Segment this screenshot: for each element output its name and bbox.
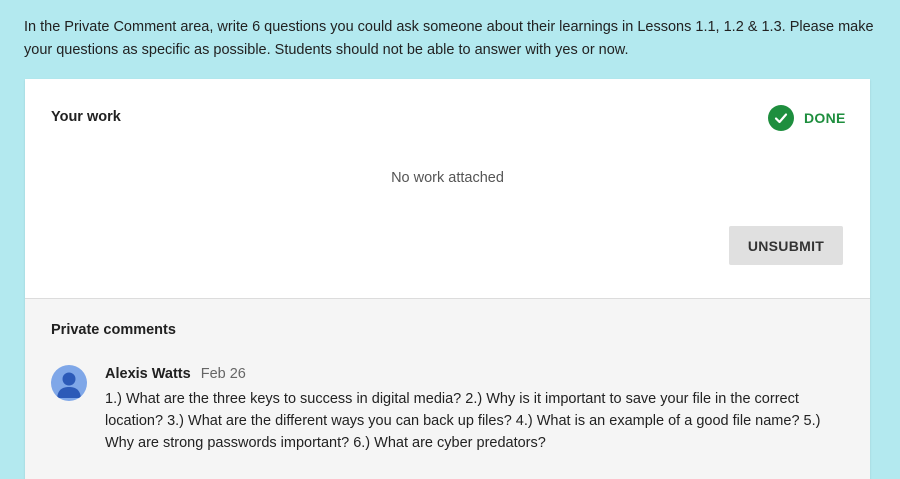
your-work-section: Your work DONE No work attached UNSUBMIT — [25, 79, 870, 299]
unsubmit-button[interactable]: UNSUBMIT — [729, 226, 843, 265]
comment-author: Alexis Watts — [105, 366, 191, 382]
assignment-instructions: In the Private Comment area, write 6 que… — [24, 19, 874, 58]
status-label: DONE — [804, 110, 846, 126]
avatar — [51, 365, 87, 401]
comment-text: 1.) What are the three keys to success i… — [105, 391, 821, 451]
private-comments-section: Private comments Alexis Watts Feb 26 1.)… — [25, 299, 870, 479]
comment-header: Alexis Watts Feb 26 — [105, 366, 246, 382]
assignment-card: Your work DONE No work attached UNSUBMIT… — [25, 79, 870, 479]
no-work-attached-text: No work attached — [391, 170, 504, 186]
your-work-title: Your work — [51, 109, 121, 125]
submission-status: DONE — [768, 105, 846, 131]
private-comments-title: Private comments — [51, 322, 176, 338]
check-circle-icon — [768, 105, 794, 131]
comment-date: Feb 26 — [200, 366, 246, 382]
person-icon — [57, 372, 81, 398]
